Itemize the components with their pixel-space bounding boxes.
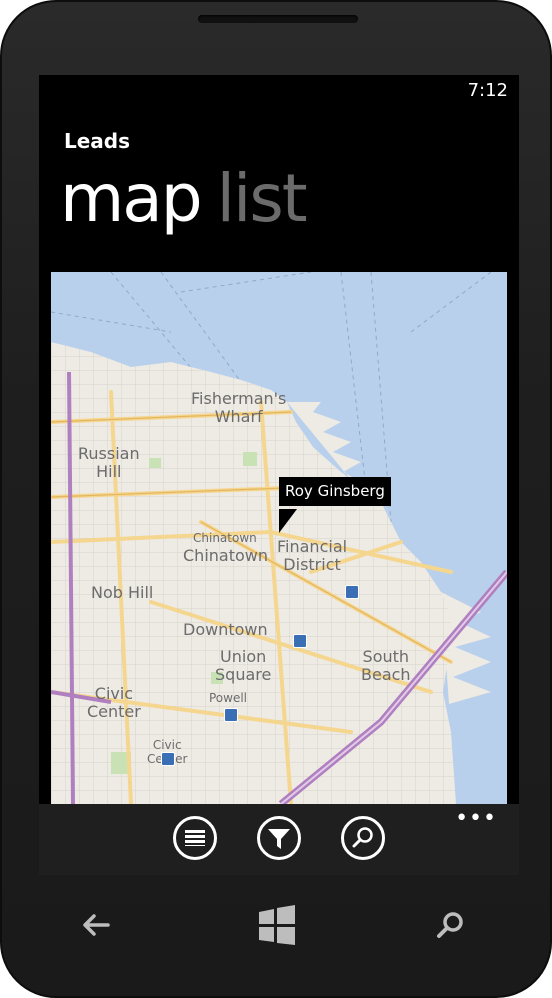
screen: 7:12 Leads map list Fisherman's Wharf Ru… (39, 75, 519, 875)
hardware-search-icon[interactable] (434, 902, 468, 948)
list-icon (185, 830, 205, 846)
map-label-fishermans-wharf: Fisherman's Wharf (191, 389, 287, 426)
back-icon[interactable] (80, 902, 112, 948)
map-label-civic-center: Civic Center (87, 684, 141, 721)
filter-icon (268, 829, 290, 849)
map-label-chinatown-small: Chinatown (193, 531, 257, 545)
application-bar: ••• (39, 804, 519, 875)
more-options-button[interactable]: ••• (455, 806, 497, 831)
map-label-nob-hill: Nob Hill (91, 583, 154, 602)
search-button[interactable] (341, 816, 385, 860)
windows-start-icon[interactable] (256, 902, 298, 948)
transit-icon (293, 634, 307, 648)
app-title: Leads (64, 129, 131, 153)
search-icon (352, 827, 373, 848)
pushpin-pointer[interactable] (279, 509, 297, 533)
map-label-downtown: Downtown (183, 620, 268, 639)
map-label-union-square: Union Square (215, 647, 272, 684)
speaker-grille (198, 15, 358, 23)
map-view[interactable]: Fisherman's Wharf Russian Hill Chinatown… (51, 272, 507, 804)
pivot-header: map list (60, 160, 308, 237)
pivot-item-list[interactable]: list (217, 160, 308, 237)
map-label-financial-district: Financial District (277, 537, 348, 574)
transit-icon (345, 585, 359, 599)
map-label-russian-hill: Russian Hill (78, 444, 140, 481)
list-button[interactable] (173, 816, 217, 860)
phone-frame: 7:12 Leads map list Fisherman's Wharf Ru… (0, 0, 552, 998)
filter-button[interactable] (257, 816, 301, 860)
map-label-chinatown: Chinatown (183, 546, 268, 565)
pushpin-label[interactable]: Roy Ginsberg (279, 477, 391, 506)
map-label-south-beach: South Beach (361, 647, 411, 684)
transit-icon (161, 752, 175, 766)
pivot-item-map[interactable]: map (60, 160, 203, 237)
map-label-powell: Powell (209, 691, 248, 705)
transit-icon (224, 708, 238, 722)
status-clock: 7:12 (467, 80, 508, 101)
